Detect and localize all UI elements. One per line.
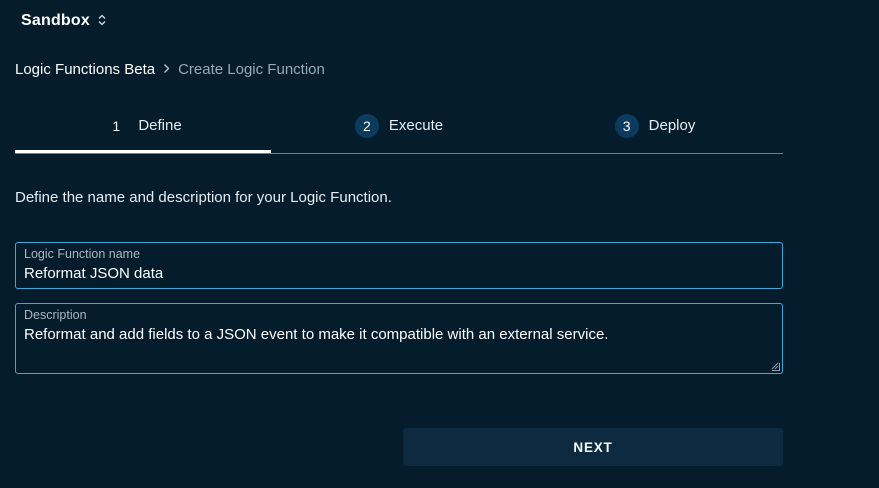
step-number: 1 [112, 118, 121, 134]
resize-handle-icon[interactable] [771, 362, 780, 371]
step-number: 3 [614, 114, 639, 138]
workspace-name: Sandbox [21, 12, 90, 29]
step-number: 2 [354, 114, 379, 138]
breadcrumb-current: Create Logic Function [178, 61, 325, 78]
breadcrumb-root-link[interactable]: Logic Functions Beta [15, 61, 155, 78]
instructions-text: Define the name and description for your… [15, 189, 392, 206]
description-field-label: Description [24, 308, 87, 322]
name-field-label: Logic Function name [24, 247, 141, 261]
step-label: Execute [388, 117, 444, 134]
chevron-updown-icon [98, 14, 106, 29]
step-label: Deploy [648, 117, 696, 134]
name-field[interactable]: Logic Function name Reformat JSON data [15, 242, 783, 289]
breadcrumb: Logic Functions Beta Create Logic Functi… [15, 61, 325, 78]
description-field[interactable]: Description Reformat and add fields to a… [15, 303, 783, 374]
name-input[interactable]: Reformat JSON data [24, 265, 774, 282]
stepper: 1 Define 2 Execute 3 Deploy [15, 110, 783, 154]
workspace-switcher[interactable]: Sandbox [21, 12, 106, 30]
next-button[interactable]: NEXT [403, 428, 783, 466]
step-deploy[interactable]: 3 Deploy [527, 110, 783, 153]
step-define[interactable]: 1 Define [15, 110, 271, 153]
step-label: Define [138, 117, 182, 134]
step-execute[interactable]: 2 Execute [271, 110, 527, 153]
description-textarea[interactable]: Reformat and add fields to a JSON event … [24, 326, 774, 343]
chevron-right-icon [163, 62, 170, 77]
